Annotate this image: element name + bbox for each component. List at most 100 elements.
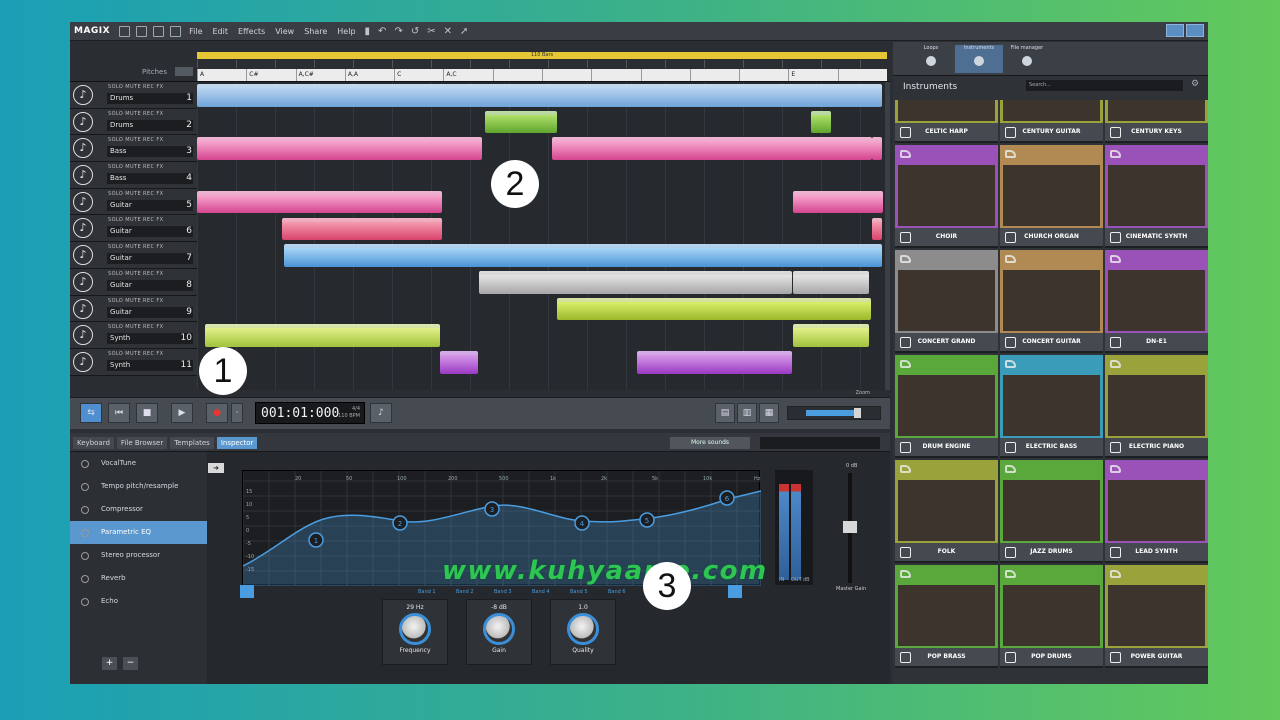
track-header[interactable]: ♪ SOLO MUTE REC FX Guitar 8 xyxy=(70,268,197,296)
track-name[interactable]: Guitar xyxy=(107,279,193,291)
chord-cell[interactable] xyxy=(689,69,739,81)
knob[interactable] xyxy=(567,613,599,645)
track-header[interactable]: ♪ SOLO MUTE REC FX Guitar 9 xyxy=(70,295,197,323)
instrument-tile[interactable]: ELECTRIC BASS xyxy=(1000,355,1103,458)
audio-clip[interactable] xyxy=(557,297,871,321)
tab-keyboard[interactable]: Keyboard xyxy=(73,437,114,449)
audio-clip[interactable] xyxy=(485,110,557,134)
audio-clip[interactable] xyxy=(811,110,831,134)
track-lanes[interactable] xyxy=(197,82,885,390)
speaker-icon[interactable] xyxy=(900,465,911,473)
chord-cell[interactable]: C xyxy=(394,69,443,81)
audio-clip[interactable] xyxy=(793,324,869,347)
instrument-tile[interactable]: POP DRUMS xyxy=(1000,565,1103,668)
track-name[interactable]: Drums xyxy=(107,119,193,131)
instrument-tile[interactable]: CINEMATIC SYNTH xyxy=(1105,145,1208,248)
track-name[interactable]: Guitar xyxy=(107,306,193,318)
timeline[interactable]: 110 Bars A C# A,C# A,A C A,C E xyxy=(197,42,890,82)
record-options-button[interactable]: · xyxy=(231,403,243,423)
speaker-icon[interactable] xyxy=(900,150,911,158)
audio-clip[interactable] xyxy=(197,137,482,161)
view-button-3[interactable]: ▦ xyxy=(759,403,779,423)
stop-button[interactable]: ■ xyxy=(136,403,158,423)
gear-icon[interactable]: ⚙ xyxy=(1191,79,1199,89)
band-tab[interactable]: Band 6 xyxy=(608,589,626,595)
effect-item[interactable]: Compressor xyxy=(70,498,207,521)
tab-loops[interactable]: Loops xyxy=(907,45,955,73)
speaker-icon[interactable] xyxy=(1005,465,1016,473)
knob[interactable] xyxy=(399,613,431,645)
track-buttons[interactable]: SOLO MUTE REC FX xyxy=(108,191,163,197)
instrument-tile[interactable]: ELECTRIC PIANO xyxy=(1105,355,1208,458)
effect-item[interactable]: Parametric EQ xyxy=(70,521,207,544)
track-header[interactable]: ♪ SOLO MUTE REC FX Guitar 6 xyxy=(70,215,197,243)
instrument-tile[interactable]: LEAD SYNTH xyxy=(1105,460,1208,563)
instrument-tile[interactable]: DN-E1 xyxy=(1105,250,1208,353)
metronome-button[interactable]: ♪ xyxy=(370,403,392,423)
track-buttons[interactable]: SOLO MUTE REC FX xyxy=(108,351,163,357)
split-view-button[interactable] xyxy=(1186,24,1204,37)
audio-clip[interactable] xyxy=(197,190,442,214)
track-name[interactable]: Guitar xyxy=(107,226,193,238)
tab-templates[interactable]: Templates xyxy=(170,437,214,449)
effect-item[interactable]: Reverb xyxy=(70,567,207,590)
track-buttons[interactable]: SOLO MUTE REC FX xyxy=(108,298,163,304)
audio-clip[interactable] xyxy=(872,137,882,161)
speaker-icon[interactable] xyxy=(1110,255,1121,263)
audio-clip[interactable] xyxy=(197,84,882,107)
undo-icon[interactable]: ↶ xyxy=(378,26,386,37)
track-header[interactable]: ♪ SOLO MUTE REC FX Bass 4 xyxy=(70,162,197,189)
menu-effects[interactable]: Effects xyxy=(233,27,270,36)
track-name[interactable]: Bass xyxy=(107,146,193,158)
speaker-icon[interactable] xyxy=(900,360,911,368)
instrument-tile[interactable]: FOLK xyxy=(895,460,998,563)
track-name[interactable]: Drums xyxy=(107,93,193,104)
filter-high-button[interactable] xyxy=(728,585,742,598)
instrument-tile[interactable]: POP BRASS xyxy=(895,565,998,668)
speaker-icon[interactable] xyxy=(1005,570,1016,578)
band-tab[interactable]: Band 4 xyxy=(532,589,550,595)
effect-item[interactable]: Tempo pitch/resample xyxy=(70,475,207,498)
effect-item[interactable]: VocalTune xyxy=(70,452,207,475)
track-name[interactable]: Bass xyxy=(107,173,193,185)
cut-icon[interactable]: ✂ xyxy=(427,26,435,37)
speaker-icon[interactable] xyxy=(1005,150,1016,158)
expand-arrow-button[interactable]: ➜ xyxy=(208,463,224,473)
vertical-scrollbar[interactable] xyxy=(885,82,890,390)
effect-item[interactable]: Echo xyxy=(70,590,207,613)
more-sounds-button[interactable]: More sounds xyxy=(670,437,750,449)
new-file-icon[interactable] xyxy=(119,25,131,37)
track-name[interactable]: Guitar xyxy=(107,199,193,211)
band-tab[interactable]: Band 5 xyxy=(570,589,588,595)
audio-clip[interactable] xyxy=(282,217,442,241)
band-tab[interactable]: Band 2 xyxy=(456,589,474,595)
chord-cell[interactable] xyxy=(739,69,788,81)
audio-clip[interactable] xyxy=(872,217,882,241)
instrument-tile[interactable]: CHOIR xyxy=(895,145,998,248)
audio-clip[interactable] xyxy=(793,190,883,214)
track-header[interactable]: ♪ SOLO MUTE REC FX Synth 11 xyxy=(70,348,197,376)
track-buttons[interactable]: SOLO MUTE REC FX xyxy=(108,217,163,223)
master-gain-handle[interactable] xyxy=(843,521,857,533)
export-icon[interactable] xyxy=(170,25,182,37)
track-header[interactable]: ♪ SOLO MUTE REC FX Drums 2 xyxy=(70,108,197,136)
speaker-icon[interactable] xyxy=(1005,360,1016,368)
band-tab[interactable]: Band 3 xyxy=(494,589,512,595)
speaker-icon[interactable] xyxy=(900,570,911,578)
track-header[interactable]: ♪ SOLO MUTE REC FX Synth 10 xyxy=(70,322,197,349)
chord-track[interactable]: A C# A,C# A,A C A,C E xyxy=(197,69,887,81)
track-buttons[interactable]: SOLO MUTE REC FX xyxy=(108,164,163,170)
book-icon[interactable]: ▮ xyxy=(365,26,371,37)
chord-cell[interactable]: C# xyxy=(246,69,295,81)
instrument-tile[interactable]: CENTURY KEYS xyxy=(1105,100,1208,143)
audio-clip[interactable] xyxy=(793,270,869,294)
master-volume-handle[interactable] xyxy=(854,408,861,418)
track-buttons[interactable]: SOLO MUTE REC FX xyxy=(108,84,163,90)
chord-cell[interactable]: A,A xyxy=(344,69,394,81)
zoom-label[interactable]: Zoom xyxy=(856,390,870,396)
save-icon[interactable] xyxy=(153,25,165,37)
audio-clip[interactable] xyxy=(479,270,792,294)
tab-file-manager[interactable]: File manager xyxy=(1003,45,1051,73)
chord-cell[interactable]: A xyxy=(197,69,246,81)
delete-icon[interactable]: ✕ xyxy=(444,26,452,37)
